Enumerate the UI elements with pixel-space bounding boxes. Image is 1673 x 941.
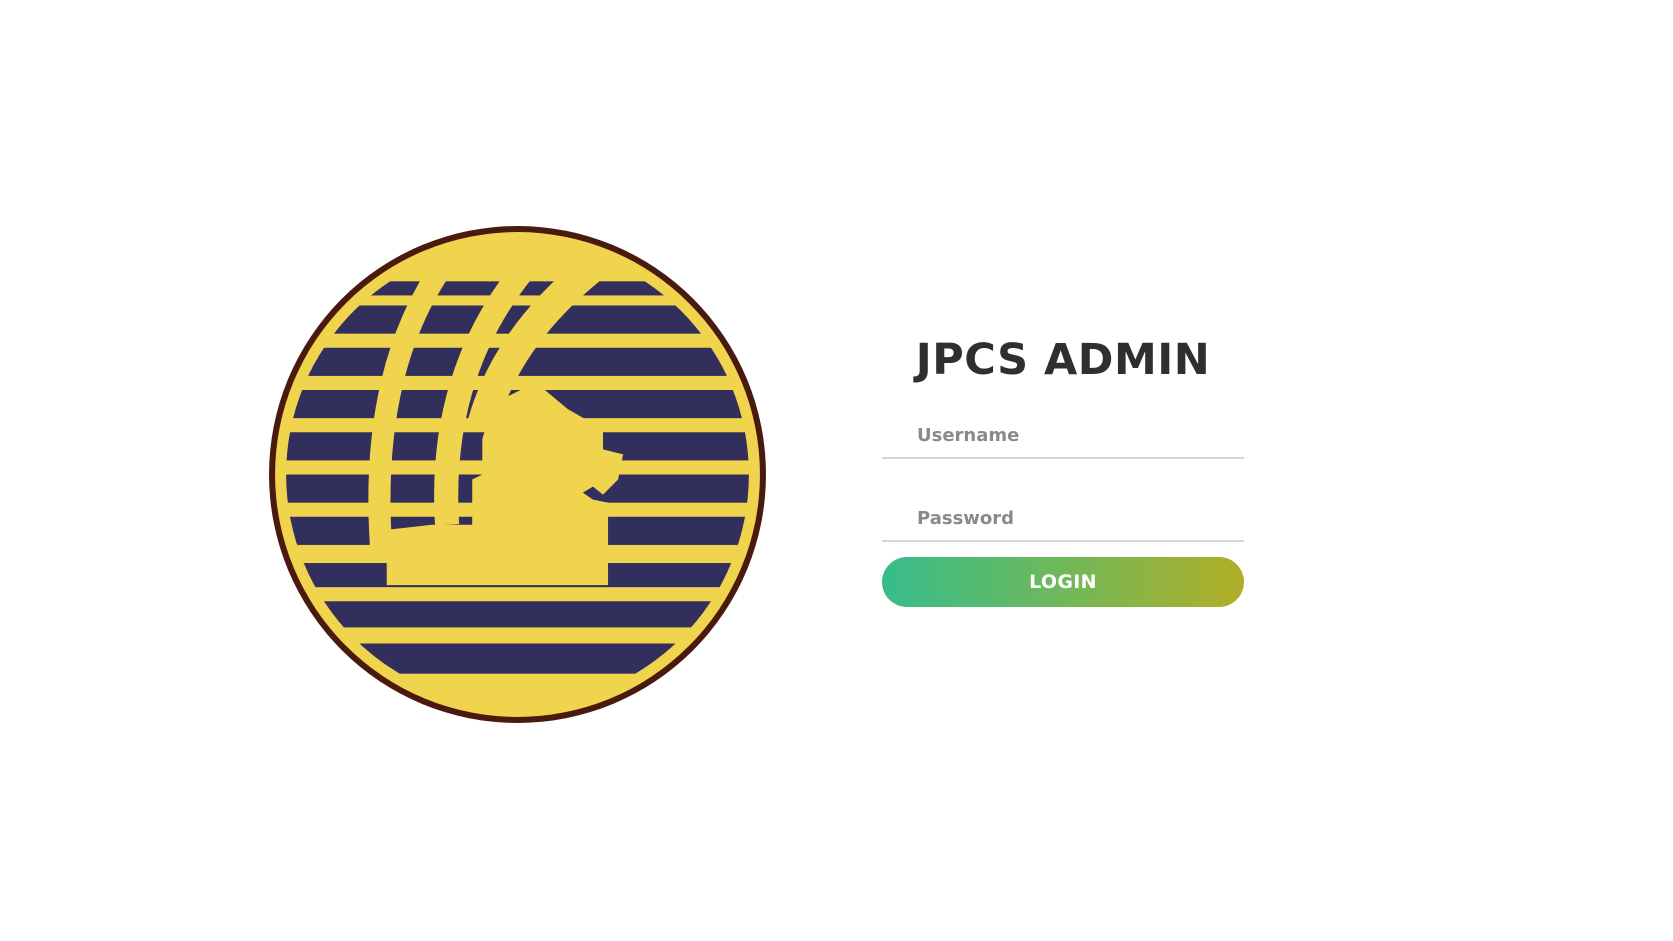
password-field-container [882, 485, 1244, 542]
login-page: JPCS ADMIN LOGIN [0, 0, 1673, 941]
jpcs-logo-image [269, 226, 766, 723]
login-form: JPCS ADMIN LOGIN [882, 330, 1244, 607]
username-field-container [882, 402, 1244, 459]
password-input[interactable] [882, 496, 1244, 540]
jpcs-logo [266, 223, 769, 726]
page-title: JPCS ADMIN [915, 335, 1211, 385]
username-input[interactable] [882, 413, 1244, 457]
login-button[interactable]: LOGIN [882, 557, 1244, 607]
